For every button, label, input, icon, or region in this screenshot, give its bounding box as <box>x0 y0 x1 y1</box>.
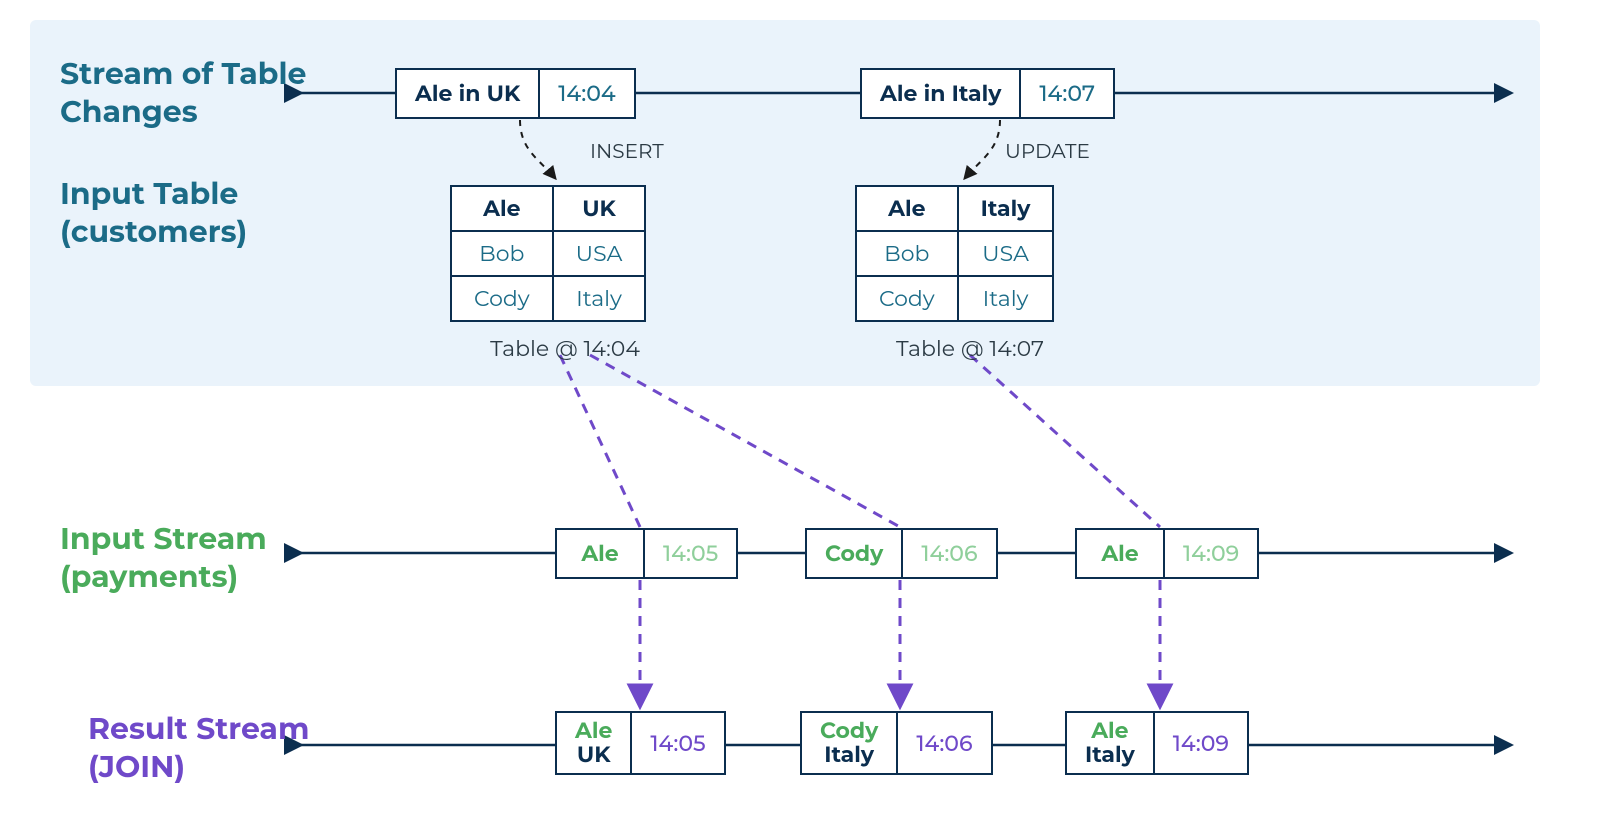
op-insert: INSERT <box>590 140 664 164</box>
change-event-text: Ale in UK <box>395 68 540 119</box>
change-event-text: Ale in Italy <box>860 68 1021 119</box>
change-event-time: 14:04 <box>538 68 635 119</box>
op-update: UPDATE <box>1005 140 1090 164</box>
result-pair: Cody Italy <box>800 711 898 775</box>
table-cell: Italy <box>958 276 1054 321</box>
result-country: Italy <box>1085 743 1135 767</box>
customers-table-2: AleItaly BobUSA CodyItaly <box>855 185 1054 322</box>
label-input-stream: Input Stream (payments) <box>60 520 267 595</box>
result-name: Cody <box>820 719 878 743</box>
label-input-table: Input Table (customers) <box>60 175 247 250</box>
table-cell: Italy <box>958 186 1054 231</box>
payment-event-3: Ale 14:09 <box>1075 528 1259 579</box>
payment-time: 14:06 <box>901 528 997 579</box>
result-country: UK <box>577 743 611 767</box>
change-event-time: 14:07 <box>1019 68 1115 119</box>
payment-time: 14:09 <box>1163 528 1259 579</box>
table-cell: Ale <box>856 186 958 231</box>
result-event-2: Cody Italy 14:06 <box>800 711 993 775</box>
table-cell: Ale <box>451 186 553 231</box>
result-pair: Ale Italy <box>1065 711 1155 775</box>
table-cell: Cody <box>451 276 553 321</box>
payment-event-2: Cody 14:06 <box>805 528 998 579</box>
label-result-stream: Result Stream (JOIN) <box>88 710 309 785</box>
diagram-canvas: Stream of Table Changes Input Table (cus… <box>0 0 1600 831</box>
result-event-3: Ale Italy 14:09 <box>1065 711 1249 775</box>
table-caption-2: Table @ 14:07 <box>875 335 1065 362</box>
table-cell: USA <box>553 231 646 276</box>
table-cell: Italy <box>553 276 646 321</box>
result-time: 14:05 <box>630 711 725 775</box>
change-event-2: Ale in Italy 14:07 <box>860 68 1115 119</box>
payment-name: Cody <box>805 528 903 579</box>
result-time: 14:09 <box>1153 711 1249 775</box>
result-name: Ale <box>1091 719 1128 743</box>
payment-name: Ale <box>1075 528 1165 579</box>
result-country: Italy <box>824 743 874 767</box>
change-event-1: Ale in UK 14:04 <box>395 68 636 119</box>
table-cell: Cody <box>856 276 958 321</box>
result-pair: Ale UK <box>555 711 632 775</box>
payment-name: Ale <box>555 528 645 579</box>
label-stream-changes: Stream of Table Changes <box>60 55 306 130</box>
table-cell: Bob <box>856 231 958 276</box>
table-cell: Bob <box>451 231 553 276</box>
result-time: 14:06 <box>896 711 992 775</box>
table-cell: UK <box>553 186 646 231</box>
payment-event-1: Ale 14:05 <box>555 528 738 579</box>
customers-table-1: AleUK BobUSA CodyItaly <box>450 185 646 322</box>
payment-time: 14:05 <box>643 528 738 579</box>
result-name: Ale <box>575 719 612 743</box>
result-event-1: Ale UK 14:05 <box>555 711 726 775</box>
table-caption-1: Table @ 14:04 <box>470 335 660 362</box>
table-cell: USA <box>958 231 1054 276</box>
